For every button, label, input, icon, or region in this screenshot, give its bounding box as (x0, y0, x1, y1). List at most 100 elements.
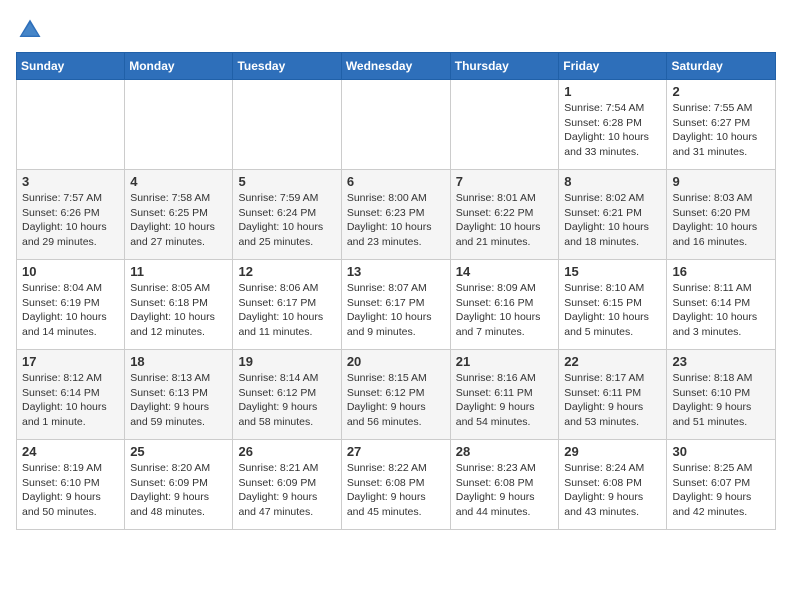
day-info: Sunrise: 7:58 AM Sunset: 6:25 PM Dayligh… (130, 191, 227, 250)
day-cell (125, 80, 233, 170)
day-cell: 10Sunrise: 8:04 AM Sunset: 6:19 PM Dayli… (17, 260, 125, 350)
day-info: Sunrise: 8:03 AM Sunset: 6:20 PM Dayligh… (672, 191, 770, 250)
day-number: 28 (456, 444, 554, 459)
day-number: 1 (564, 84, 661, 99)
day-cell: 28Sunrise: 8:23 AM Sunset: 6:08 PM Dayli… (450, 440, 559, 530)
day-cell: 19 Sunrise: 8:14 AM Sunset: 6:12 PM Dayli… (233, 350, 341, 440)
week-row-5: 24 Sunrise: 8:19 AM Sunset: 6:10 PM Dayli… (17, 440, 776, 530)
day-cell: 27 Sunrise: 8:22 AM Sunset: 6:08 PM Dayli… (341, 440, 450, 530)
day-number: 18 (130, 354, 227, 369)
day-info: Sunrise: 7:54 AM Sunset: 6:28 PM Dayligh… (564, 101, 661, 160)
logo (16, 16, 48, 44)
day-info: Sunrise: 8:11 AM Sunset: 6:14 PM Dayligh… (672, 281, 770, 340)
day-info: Sunrise: 8:21 AM Sunset: 6:09 PM Dayligh… (238, 461, 335, 520)
day-number: 22 (564, 354, 661, 369)
day-number: 7 (456, 174, 554, 189)
day-number: 8 (564, 174, 661, 189)
day-info: Sunrise: 8:02 AM Sunset: 6:21 PM Dayligh… (564, 191, 661, 250)
day-info: Sunrise: 8:12 AM Sunset: 6:14 PM Dayligh… (22, 371, 119, 430)
day-cell: 29 Sunrise: 8:24 AM Sunset: 6:08 PM Dayli… (559, 440, 667, 530)
day-number: 23 (672, 354, 770, 369)
day-number: 15 (564, 264, 661, 279)
day-number: 4 (130, 174, 227, 189)
day-cell (450, 80, 559, 170)
day-cell: 20 Sunrise: 8:15 AM Sunset: 6:12 PM Dayli… (341, 350, 450, 440)
day-number: 19 (238, 354, 335, 369)
day-cell: 18 Sunrise: 8:13 AM Sunset: 6:13 PM Dayli… (125, 350, 233, 440)
weekday-header-row: SundayMondayTuesdayWednesdayThursdayFrid… (17, 53, 776, 80)
day-cell: 7 Sunrise: 8:01 AM Sunset: 6:22 PM Daylig… (450, 170, 559, 260)
day-cell (341, 80, 450, 170)
day-info: Sunrise: 8:07 AM Sunset: 6:17 PM Dayligh… (347, 281, 445, 340)
day-number: 5 (238, 174, 335, 189)
day-number: 24 (22, 444, 119, 459)
day-info: Sunrise: 7:57 AM Sunset: 6:26 PM Dayligh… (22, 191, 119, 250)
day-info: Sunrise: 8:00 AM Sunset: 6:23 PM Dayligh… (347, 191, 445, 250)
day-number: 12 (238, 264, 335, 279)
calendar-body: 1 Sunrise: 7:54 AM Sunset: 6:28 PM Daylig… (17, 80, 776, 530)
day-info: Sunrise: 8:04 AM Sunset: 6:19 PM Dayligh… (22, 281, 119, 340)
day-info: Sunrise: 8:22 AM Sunset: 6:08 PM Dayligh… (347, 461, 445, 520)
day-info: Sunrise: 8:24 AM Sunset: 6:08 PM Dayligh… (564, 461, 661, 520)
day-number: 13 (347, 264, 445, 279)
day-cell: 4 Sunrise: 7:58 AM Sunset: 6:25 PM Daylig… (125, 170, 233, 260)
day-number: 14 (456, 264, 554, 279)
weekday-wednesday: Wednesday (341, 53, 450, 80)
day-cell: 16 Sunrise: 8:11 AM Sunset: 6:14 PM Dayli… (667, 260, 776, 350)
day-cell: 22Sunrise: 8:17 AM Sunset: 6:11 PM Dayli… (559, 350, 667, 440)
day-number: 25 (130, 444, 227, 459)
day-cell: 23 Sunrise: 8:18 AM Sunset: 6:10 PM Dayli… (667, 350, 776, 440)
page-header (16, 16, 776, 44)
day-info: Sunrise: 8:01 AM Sunset: 6:22 PM Dayligh… (456, 191, 554, 250)
day-info: Sunrise: 8:13 AM Sunset: 6:13 PM Dayligh… (130, 371, 227, 430)
day-number: 21 (456, 354, 554, 369)
day-cell: 12Sunrise: 8:06 AM Sunset: 6:17 PM Dayli… (233, 260, 341, 350)
day-number: 2 (672, 84, 770, 99)
day-number: 26 (238, 444, 335, 459)
weekday-tuesday: Tuesday (233, 53, 341, 80)
day-number: 6 (347, 174, 445, 189)
day-cell: 11 Sunrise: 8:05 AM Sunset: 6:18 PM Dayli… (125, 260, 233, 350)
day-info: Sunrise: 8:14 AM Sunset: 6:12 PM Dayligh… (238, 371, 335, 430)
day-cell: 3 Sunrise: 7:57 AM Sunset: 6:26 PM Daylig… (17, 170, 125, 260)
week-row-1: 1 Sunrise: 7:54 AM Sunset: 6:28 PM Daylig… (17, 80, 776, 170)
day-cell: 8 Sunrise: 8:02 AM Sunset: 6:21 PM Daylig… (559, 170, 667, 260)
day-info: Sunrise: 8:16 AM Sunset: 6:11 PM Dayligh… (456, 371, 554, 430)
day-number: 27 (347, 444, 445, 459)
day-number: 29 (564, 444, 661, 459)
day-cell: 15 Sunrise: 8:10 AM Sunset: 6:15 PM Dayli… (559, 260, 667, 350)
calendar-header: SundayMondayTuesdayWednesdayThursdayFrid… (17, 53, 776, 80)
day-cell: 6 Sunrise: 8:00 AM Sunset: 6:23 PM Daylig… (341, 170, 450, 260)
day-cell: 5 Sunrise: 7:59 AM Sunset: 6:24 PM Daylig… (233, 170, 341, 260)
day-info: Sunrise: 7:59 AM Sunset: 6:24 PM Dayligh… (238, 191, 335, 250)
weekday-saturday: Saturday (667, 53, 776, 80)
day-number: 20 (347, 354, 445, 369)
day-number: 17 (22, 354, 119, 369)
day-number: 3 (22, 174, 119, 189)
day-info: Sunrise: 8:19 AM Sunset: 6:10 PM Dayligh… (22, 461, 119, 520)
day-info: Sunrise: 8:18 AM Sunset: 6:10 PM Dayligh… (672, 371, 770, 430)
logo-icon (16, 16, 44, 44)
day-number: 30 (672, 444, 770, 459)
day-number: 11 (130, 264, 227, 279)
weekday-friday: Friday (559, 53, 667, 80)
day-cell: 26 Sunrise: 8:21 AM Sunset: 6:09 PM Dayli… (233, 440, 341, 530)
week-row-3: 10Sunrise: 8:04 AM Sunset: 6:19 PM Dayli… (17, 260, 776, 350)
calendar-table: SundayMondayTuesdayWednesdayThursdayFrid… (16, 52, 776, 530)
day-cell (17, 80, 125, 170)
weekday-monday: Monday (125, 53, 233, 80)
day-number: 16 (672, 264, 770, 279)
week-row-4: 17 Sunrise: 8:12 AM Sunset: 6:14 PM Dayli… (17, 350, 776, 440)
day-cell: 25Sunrise: 8:20 AM Sunset: 6:09 PM Dayli… (125, 440, 233, 530)
day-cell: 21 Sunrise: 8:16 AM Sunset: 6:11 PM Dayli… (450, 350, 559, 440)
day-info: Sunrise: 8:05 AM Sunset: 6:18 PM Dayligh… (130, 281, 227, 340)
weekday-sunday: Sunday (17, 53, 125, 80)
weekday-thursday: Thursday (450, 53, 559, 80)
day-cell: 1 Sunrise: 7:54 AM Sunset: 6:28 PM Daylig… (559, 80, 667, 170)
day-cell: 2 Sunrise: 7:55 AM Sunset: 6:27 PM Daylig… (667, 80, 776, 170)
day-info: Sunrise: 8:25 AM Sunset: 6:07 PM Dayligh… (672, 461, 770, 520)
day-info: Sunrise: 7:55 AM Sunset: 6:27 PM Dayligh… (672, 101, 770, 160)
day-info: Sunrise: 8:10 AM Sunset: 6:15 PM Dayligh… (564, 281, 661, 340)
day-cell (233, 80, 341, 170)
day-info: Sunrise: 8:15 AM Sunset: 6:12 PM Dayligh… (347, 371, 445, 430)
